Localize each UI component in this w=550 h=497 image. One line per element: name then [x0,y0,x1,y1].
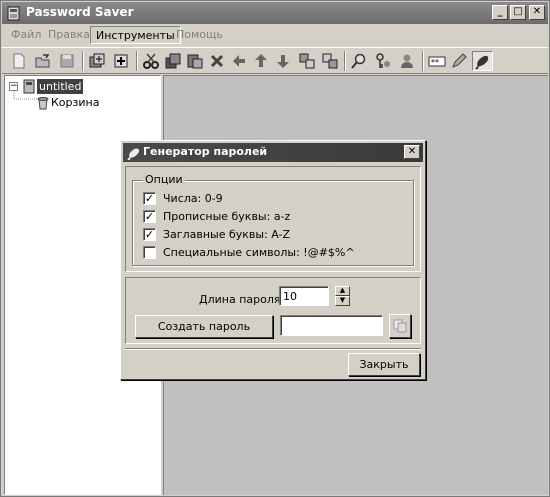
menu-help[interactable]: Помощь [171,26,228,44]
checkbox-lowercase[interactable]: ✓ [143,210,156,223]
generator-icon [127,148,140,160]
toolbar-separator [82,51,84,71]
open-icon[interactable] [34,52,52,70]
dialog-title-bar[interactable]: Генератор паролей ✕ [123,143,423,162]
spin-up-icon[interactable]: ▲ [335,286,350,296]
generator-icon [475,55,489,70]
toolbar-separator [344,51,346,71]
length-spinner[interactable]: ▲ ▼ [335,286,350,306]
sort-za-icon[interactable] [321,52,339,70]
password-length-input[interactable]: 10 [279,286,329,306]
key-icon[interactable] [374,52,392,70]
save-icon[interactable] [58,52,76,70]
checkbox-special[interactable] [143,246,156,259]
dialog-title: Генератор паролей [143,145,268,158]
delete-icon[interactable] [208,52,226,70]
tree-item-label: Корзина [51,96,100,109]
toolbar-separator [136,51,138,71]
menu-tools[interactable]: Инструменты [90,26,181,44]
option-lowercase-label: Прописные буквы: a-z [163,210,291,223]
user-icon[interactable] [398,52,416,70]
options-legend: Опции [143,173,185,186]
password-generator-dialog: Генератор паролей ✕ Опции ✓ Числа: 0-9 ✓… [120,140,426,380]
add-folder-icon[interactable] [88,52,106,70]
close-window-button[interactable]: ✕ [529,5,545,20]
generator-button[interactable] [472,51,493,71]
window-title: Password Saver [26,5,134,19]
find-icon[interactable] [350,52,368,70]
dialog-close-icon[interactable]: ✕ [404,145,420,159]
arrow-left-icon[interactable] [230,52,248,70]
svg-text:**: ** [431,58,439,67]
option-uppercase-label: Заглавные буквы: A-Z [163,228,291,241]
spin-down-icon[interactable]: ▼ [335,296,350,306]
tree-item-trash[interactable]: Корзина [9,91,129,110]
close-button[interactable]: Закрыть [348,353,420,376]
title-bar[interactable]: Password Saver _ □ ✕ [2,2,548,24]
new-icon[interactable] [10,52,28,70]
minimize-button[interactable]: _ [492,5,508,20]
maximize-button[interactable]: □ [510,5,526,20]
copy-password-button[interactable] [389,314,411,338]
options-group: Опции ✓ Числа: 0-9 ✓ Прописные буквы: a-… [132,173,414,266]
add-item-icon[interactable] [112,52,130,70]
toolbar-separator [422,51,424,71]
password-length-label: Длина пароля: [199,293,285,306]
checkbox-digits[interactable]: ✓ [143,192,156,205]
generated-password-field[interactable] [280,315,383,336]
checkbox-uppercase[interactable]: ✓ [143,228,156,241]
generate-password-button[interactable]: Создать пароль [135,315,273,338]
arrow-down-icon[interactable] [274,52,292,70]
cut-icon[interactable] [142,52,160,70]
option-special-label: Специальные символы: !@#$%^ [163,246,355,259]
menu-edit[interactable]: Правка [43,26,95,44]
sort-az-icon[interactable] [298,52,316,70]
tree-root-label: untitled [37,79,84,94]
recycle-bin-icon [37,97,49,110]
options-panel: Опции ✓ Числа: 0-9 ✓ Прописные буквы: a-… [125,166,421,272]
app-icon [7,6,20,21]
toolbar: ** [2,47,548,74]
copy-icon[interactable] [164,52,182,70]
pencil-icon[interactable] [450,52,468,70]
paste-icon[interactable] [186,52,204,70]
menu-bar: Файл Правка Инструменты Помощь [2,25,548,45]
copy-icon [393,319,407,333]
password-field-icon[interactable]: ** [428,52,446,70]
menu-file[interactable]: Файл [6,26,46,44]
option-digits-label: Числа: 0-9 [163,192,223,205]
collapse-toggle[interactable]: − [9,82,18,91]
arrow-up-icon[interactable] [252,52,270,70]
